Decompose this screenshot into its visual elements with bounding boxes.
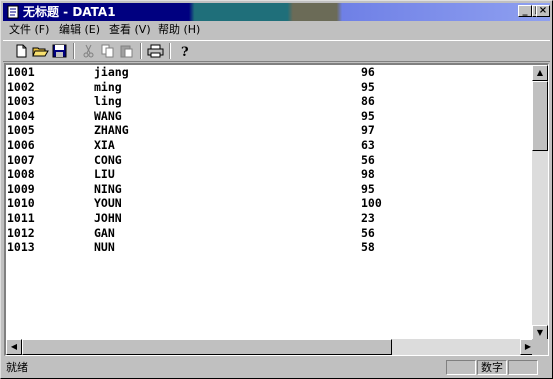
row-name: LIU	[94, 167, 115, 182]
table-row: 1002 ming 95	[6, 80, 536, 95]
scroll-up-arrow-icon[interactable]: ▲	[532, 65, 548, 81]
table-row: 1005 ZHANG 97	[6, 123, 536, 138]
status-panel-empty	[446, 360, 476, 375]
row-score: 58	[361, 240, 375, 255]
table-row: 1009 NING 95	[6, 182, 536, 197]
row-name: NUN	[94, 240, 115, 255]
print-icon[interactable]	[147, 43, 164, 59]
row-name: CONG	[94, 152, 122, 167]
menu-edit[interactable]: 编辑 (E)	[59, 23, 100, 37]
row-score: 63	[361, 138, 375, 152]
row-score: 96	[361, 65, 375, 79]
row-id: 1003	[7, 94, 35, 109]
minimize-button[interactable]: _	[518, 5, 532, 17]
table-row: 1013 NUN 58	[6, 240, 536, 255]
table-row: 1007 CONG 56	[6, 153, 536, 168]
row-id: 1010	[7, 196, 35, 211]
row-id: 1008	[7, 167, 35, 182]
menu-file[interactable]: 文件 (F)	[9, 23, 49, 37]
row-name: NING	[94, 181, 122, 196]
window-title: 无标题 - DATA1	[23, 5, 116, 19]
row-name: GAN	[94, 225, 115, 240]
menu-view[interactable]: 查看 (V)	[109, 23, 151, 37]
row-name: ZHANG	[94, 123, 129, 138]
row-id: 1002	[7, 79, 35, 94]
paste-icon[interactable]	[118, 43, 135, 59]
close-button[interactable]: ×	[536, 5, 550, 17]
table-row: 1010 YOUN 100	[6, 196, 536, 211]
row-id: 1007	[7, 152, 35, 167]
status-bar: 就绪 数字	[3, 359, 550, 376]
row-score: 98	[361, 167, 375, 182]
row-name: ling	[94, 94, 122, 109]
row-id: 1011	[7, 211, 35, 225]
app-window: 无标题 - DATA1 _ □ × 文件 (F) 编辑 (E) 查看 (V) 帮…	[0, 0, 553, 379]
row-score: 95	[361, 181, 375, 196]
row-score: 95	[361, 79, 375, 94]
menu-help[interactable]: 帮助 (H)	[158, 23, 200, 37]
row-name: WANG	[94, 108, 122, 123]
title-bar[interactable]: 无标题 - DATA1 _ □	[3, 3, 550, 21]
table-row: 1003 ling 86	[6, 94, 536, 109]
table-row: 1008 LIU 98	[6, 167, 536, 182]
table-row: 1006 XIA 63	[6, 138, 536, 153]
status-panel-num: 数字	[477, 360, 507, 375]
status-panel-extra	[508, 360, 538, 375]
row-name: JOHN	[94, 211, 122, 225]
row-score: 97	[361, 123, 375, 138]
vertical-scrollbar[interactable]: ▲ ▼	[532, 65, 548, 341]
save-icon[interactable]	[51, 43, 68, 59]
horizontal-scrollbar[interactable]: ◀ ▶	[6, 339, 536, 355]
row-id: 1004	[7, 108, 35, 123]
row-id: 1001	[7, 65, 35, 79]
row-id: 1009	[7, 181, 35, 196]
row-name: YOUN	[94, 196, 122, 211]
data-list: 1001 jiang 96 1002 ming 95 1003 ling 86 1004 WANG 9…	[6, 65, 536, 341]
svg-text:?: ?	[181, 45, 189, 59]
horizontal-scroll-thumb[interactable]	[22, 339, 392, 355]
row-score: 86	[361, 94, 375, 109]
menu-bar: 文件 (F) 编辑 (E) 查看 (V) 帮助 (H)	[3, 22, 550, 38]
row-score: 100	[361, 196, 382, 211]
toolbar-separator	[73, 43, 75, 59]
app-document-icon	[7, 5, 19, 19]
copy-icon[interactable]	[99, 43, 116, 59]
row-id: 1012	[7, 225, 35, 240]
row-id: 1006	[7, 138, 35, 152]
row-id: 1013	[7, 240, 35, 255]
row-score: 23	[361, 211, 375, 225]
help-icon[interactable]: ?	[176, 43, 193, 59]
toolbar: ?	[3, 40, 550, 62]
new-file-icon[interactable]	[13, 43, 30, 59]
row-name: jiang	[94, 65, 129, 79]
status-text: 就绪	[6, 361, 28, 374]
row-name: ming	[94, 79, 122, 94]
row-score: 56	[361, 152, 375, 167]
table-row: 1004 WANG 95	[6, 109, 536, 124]
cut-icon[interactable]	[80, 43, 97, 59]
table-row: 1012 GAN 56	[6, 226, 536, 241]
row-score: 95	[361, 108, 375, 123]
open-folder-icon[interactable]	[32, 43, 49, 59]
data-view[interactable]: 1001 jiang 96 1002 ming 95 1003 ling 86 1004 WANG 9…	[4, 63, 549, 356]
row-id: 1005	[7, 123, 35, 138]
toolbar-separator	[140, 43, 142, 59]
scroll-left-arrow-icon[interactable]: ◀	[6, 339, 22, 355]
table-row: 1011 JOHN 23	[6, 211, 536, 226]
scroll-corner	[532, 339, 548, 355]
toolbar-separator	[169, 43, 171, 59]
table-row: 1001 jiang 96	[6, 65, 536, 80]
row-name: XIA	[94, 138, 115, 152]
row-score: 56	[361, 225, 375, 240]
vertical-scroll-thumb[interactable]	[532, 81, 548, 151]
